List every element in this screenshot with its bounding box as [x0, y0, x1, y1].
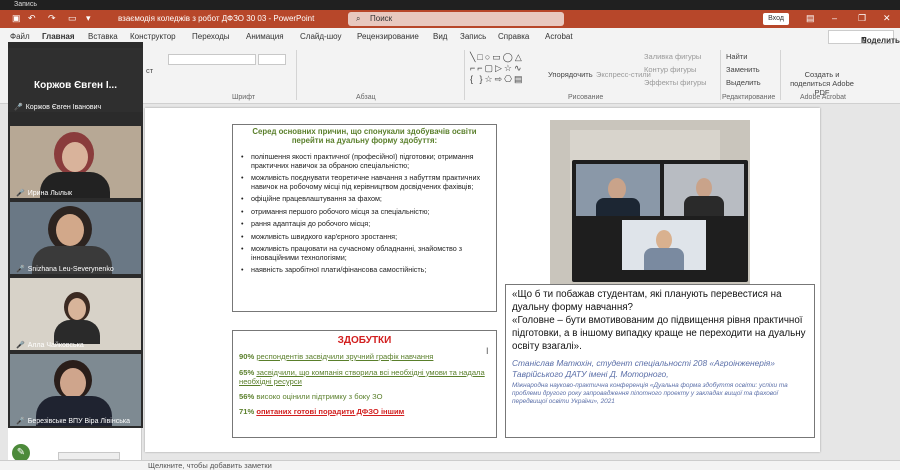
- list-item: можливість поєднувати теоретичне навчанн…: [239, 173, 490, 191]
- list-item: можливість працювати на сучасному обладн…: [239, 244, 490, 262]
- quote-box: «Що б ти побажав студентам, які планують…: [505, 284, 815, 438]
- list-item: поліпшення якості практичної (професійно…: [239, 152, 490, 170]
- select-button[interactable]: Выделить: [726, 78, 761, 87]
- close-icon[interactable]: ✕: [883, 13, 891, 24]
- quick-styles-button[interactable]: Экспресс-стили: [596, 70, 651, 79]
- arrange-button[interactable]: Упорядочить: [548, 70, 593, 79]
- recording-label: Запись: [14, 1, 37, 8]
- notes-pane[interactable]: Щелкните, чтобы добавить заметки: [0, 460, 900, 470]
- reasons-list: поліпшення якості практичної (професійно…: [233, 151, 496, 281]
- quote-question: «Що б ти побажав студентам, які планують…: [512, 289, 782, 313]
- tab-record[interactable]: Запись: [460, 32, 486, 41]
- group-paragraph-label: Абзац: [356, 94, 376, 101]
- search-icon: ⌕: [356, 14, 361, 23]
- achievement-item: 56% високо оцінили підтримку з боку ЗО: [239, 391, 383, 401]
- present-icon[interactable]: ▭: [68, 13, 77, 24]
- title-bar: ▣ ↶ ↷ ▭ ▾ взаємодія коледжів з робот ДФЗ…: [0, 10, 900, 28]
- tab-help[interactable]: Справка: [498, 32, 529, 41]
- reasons-title: Серед основних причин, що спонукали здоб…: [252, 127, 477, 145]
- mic-muted-icon: 🎤: [16, 190, 25, 197]
- restore-icon[interactable]: ❐: [858, 13, 866, 24]
- font-family-field[interactable]: [168, 54, 256, 65]
- search-placeholder: Поиск: [370, 14, 393, 23]
- participant-name: 🎤 Ирина Лылык: [16, 190, 73, 197]
- window-title: взаємодія коледжів з робот ДФЗО 30 03 - …: [118, 14, 315, 23]
- participant-name: 🎤 Snizhana Leu-Severynenko: [16, 266, 114, 273]
- active-speaker-name: Коржов Євген І...: [34, 80, 117, 91]
- group-editing-label: Редактирование: [722, 94, 776, 101]
- mic-muted-icon: 🎤: [14, 104, 23, 111]
- achievement-item: 90% респондентів засвідчили зручний граф…: [239, 352, 434, 361]
- search-input[interactable]: ⌕ Поиск: [348, 12, 564, 26]
- achievement-item: 71% опитаних готові порадити ДФЗО іншим: [239, 407, 405, 416]
- tab-review[interactable]: Рецензирование: [357, 32, 419, 41]
- video-tile: [622, 220, 706, 270]
- mic-muted-icon: 🎤: [16, 418, 25, 425]
- participants-panel: Коржов Євген І... 🎤 Коржов Євген Іванович…: [8, 42, 143, 428]
- mic-muted-icon: 🎤: [16, 266, 25, 273]
- list-item: отримання першого робочого місця за спец…: [239, 207, 490, 217]
- reasons-box: Серед основних причин, що спонукали здоб…: [232, 124, 497, 312]
- slide-thumbnail[interactable]: [58, 452, 120, 460]
- customize-icon[interactable]: ▾: [86, 13, 91, 24]
- tab-transitions[interactable]: Переходы: [192, 32, 230, 41]
- replace-button[interactable]: Заменить: [726, 65, 760, 74]
- text-cursor-icon: Ι: [486, 346, 489, 356]
- list-item: наявність заробітної плати/фінансова сам…: [239, 265, 490, 275]
- group-drawing-label: Рисование: [568, 94, 604, 101]
- participant-name: 🎤 Березівське ВПУ Віра Лівінська: [16, 418, 130, 425]
- shape-fill-button[interactable]: Заливка фигуры: [644, 52, 701, 61]
- cut-label: ст: [146, 66, 154, 75]
- tab-slideshow[interactable]: Слайд-шоу: [300, 32, 341, 41]
- video-tile: [576, 164, 660, 216]
- find-button[interactable]: Найти: [726, 52, 747, 61]
- redo-icon[interactable]: ↷: [48, 13, 56, 24]
- create-pdf-button[interactable]: Создать и поделиться Adobe PDF: [784, 70, 860, 97]
- mic-muted-icon: 🎤: [16, 342, 25, 349]
- ribbon-separator: [720, 50, 721, 100]
- group-acrobat-label: Adobe Acrobat: [800, 94, 846, 101]
- quote-answer: «Головне – бути вмотивованим до підвищен…: [512, 315, 806, 352]
- shape-effects-button[interactable]: Эффекты фигуры: [644, 78, 707, 87]
- video-tile: [664, 164, 744, 216]
- shapes-gallery[interactable]: ╲□○▭◯△ ⌐⌐▢▷☆∿{ }☆⇨⎔▤: [470, 52, 540, 88]
- tab-animations[interactable]: Анимация: [246, 32, 284, 41]
- group-font-label: Шрифт: [232, 94, 256, 101]
- photo-monitor: [572, 160, 748, 282]
- quote-source: Міжнародна науково-практична конференція…: [512, 382, 788, 405]
- list-item: можливість швидкого кар'єрного зростання…: [239, 232, 490, 242]
- ribbon-options-icon[interactable]: ▤: [806, 13, 815, 24]
- signin-button[interactable]: Вход: [763, 13, 789, 25]
- share-button[interactable]: ⇪ Поделиться: [828, 30, 900, 45]
- notes-placeholder: Щелкните, чтобы добавить заметки: [148, 461, 272, 470]
- participant-name: 🎤 Алла Чайковська: [16, 342, 84, 349]
- save-icon[interactable]: ▣: [12, 13, 21, 24]
- shape-outline-button[interactable]: Контур фигуры: [644, 65, 696, 74]
- list-item: рання адаптація до робочого місця;: [239, 219, 490, 229]
- font-size-field[interactable]: [258, 54, 286, 65]
- ribbon-separator: [780, 50, 781, 100]
- ribbon-separator: [464, 50, 465, 100]
- achievements-box: ЗДОБУТКИ 90% респондентів засвідчили зру…: [232, 330, 497, 438]
- participant-tile[interactable]: 🎤 Алла Чайковська: [10, 278, 141, 350]
- achievements-title: ЗДОБУТКИ: [337, 335, 392, 346]
- recording-bar: Запись: [0, 0, 900, 10]
- tab-design[interactable]: Конструктор: [130, 32, 176, 41]
- tab-acrobat[interactable]: Acrobat: [545, 32, 573, 41]
- quote-author: Станіслав Матюхін, студент спеціальності…: [512, 358, 775, 379]
- video-call-photo: [550, 120, 750, 285]
- participant-name: 🎤 Коржов Євген Іванович: [14, 104, 102, 111]
- tab-insert[interactable]: Вставка: [88, 32, 118, 41]
- list-item: офіційне працевлаштування за фахом;: [239, 194, 490, 204]
- participant-tile[interactable]: 🎤 Березівське ВПУ Віра Лівінська: [10, 354, 141, 426]
- participant-tile[interactable]: 🎤 Snizhana Leu-Severynenko: [10, 202, 141, 274]
- tab-file[interactable]: Файл: [10, 32, 30, 41]
- participant-header[interactable]: Коржов Євген І... 🎤 Коржов Євген Іванович: [8, 48, 143, 112]
- undo-icon[interactable]: ↶: [28, 13, 36, 24]
- ribbon-separator: [296, 50, 297, 100]
- minimize-icon[interactable]: –: [832, 13, 837, 23]
- participant-tile[interactable]: 🎤 Ирина Лылык: [10, 126, 141, 198]
- achievement-item: 65% засвідчили, що компанія створила всі…: [239, 367, 485, 387]
- tab-view[interactable]: Вид: [433, 32, 447, 41]
